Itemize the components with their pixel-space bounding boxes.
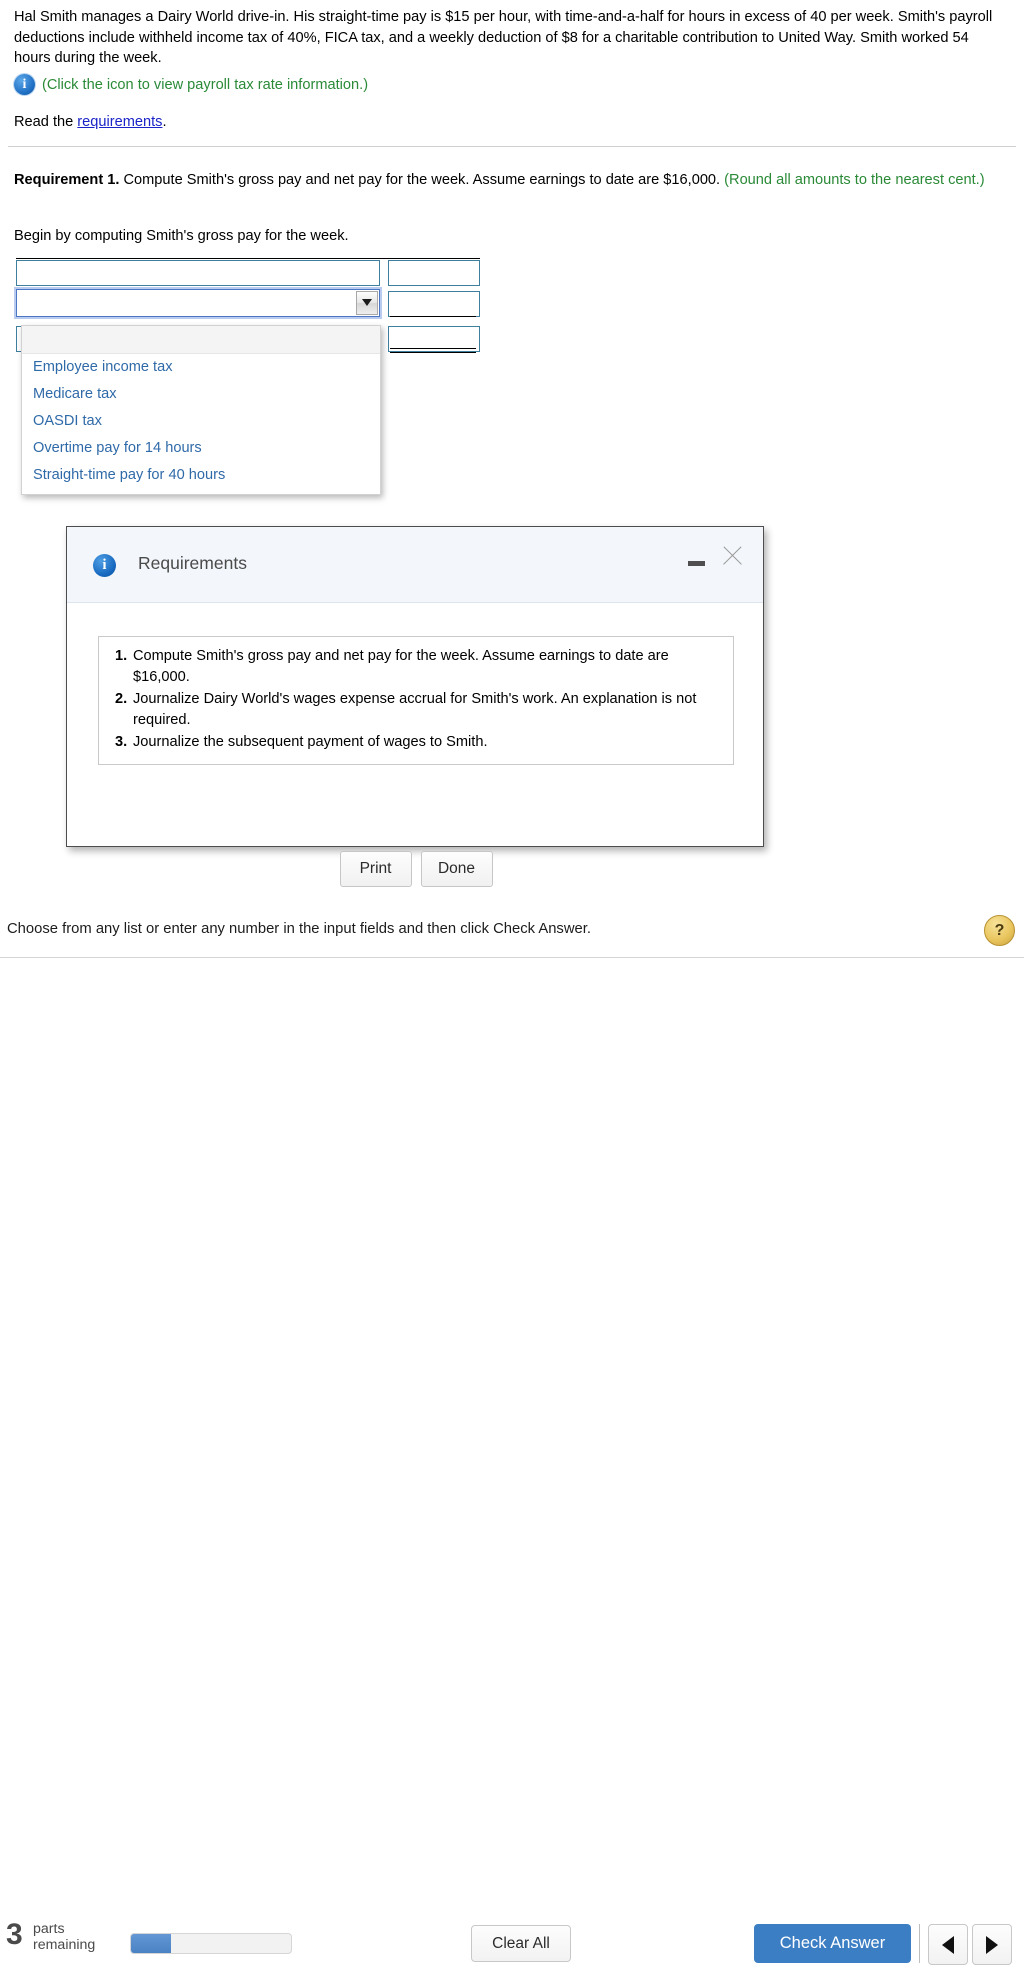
chevron-down-icon[interactable]: [356, 291, 378, 315]
requirement-item-text: Compute Smith's gross pay and net pay fo…: [133, 648, 669, 685]
requirement-list-item: 2. Journalize Dairy World's wages expense…: [109, 689, 723, 731]
requirement-1-text: Compute Smith's gross pay and net pay fo…: [119, 172, 725, 188]
requirement-item-number: 3.: [115, 734, 128, 750]
amount-input-row-1[interactable]: [388, 260, 480, 286]
begin-instruction: Begin by computing Smith's gross pay for…: [14, 228, 349, 244]
label-input-row-1[interactable]: [16, 260, 380, 286]
dialog-button-row: Print Done: [67, 851, 765, 887]
label-select-row-2[interactable]: [16, 289, 380, 317]
dropdown-option-blank[interactable]: [22, 326, 380, 354]
requirement-item-number: 2.: [115, 691, 128, 707]
payroll-tax-info-note: (Click the icon to view payroll tax rate…: [42, 76, 369, 93]
progress-bar-fill: [131, 1934, 171, 1953]
info-icon[interactable]: i: [14, 74, 35, 95]
read-prefix-text: Read the: [14, 114, 78, 130]
requirement-1-block: Requirement 1. Compute Smith's gross pay…: [14, 170, 1006, 191]
dropdown-option[interactable]: Overtime pay for 14 hours: [22, 435, 380, 462]
close-icon[interactable]: [719, 543, 745, 569]
next-arrow-icon[interactable]: [972, 1924, 1012, 1965]
parts-remaining-label: parts remaining: [33, 1921, 95, 1953]
requirement-item-text: Journalize the subsequent payment of wag…: [133, 734, 488, 750]
requirements-list: 1. Compute Smith's gross pay and net pay …: [98, 636, 734, 765]
requirement-list-item: 3. Journalize the subsequent payment of w…: [109, 732, 723, 753]
amount-row-2-underline: [390, 316, 476, 317]
requirements-link[interactable]: requirements: [77, 114, 162, 130]
hint-text: Choose from any list or enter any number…: [7, 921, 591, 937]
dropdown-options-list[interactable]: Employee income tax Medicare tax OASDI tax…: [21, 325, 381, 495]
dropdown-option[interactable]: Medicare tax: [22, 381, 380, 408]
dropdown-option[interactable]: Employee income tax: [22, 354, 380, 381]
amount-input-row-2[interactable]: [388, 291, 480, 317]
bottom-toolbar: 3 parts remaining Clear All Check Answer: [0, 958, 1024, 1965]
dialog-info-icon: i: [93, 554, 116, 577]
parts-remaining-count: 3: [6, 1918, 23, 1951]
requirement-1-label: Requirement 1.: [14, 172, 120, 188]
done-button[interactable]: Done: [420, 851, 493, 887]
section-divider: [8, 146, 1016, 147]
read-suffix-text: .: [162, 114, 167, 130]
amount-row-3-underline-bottom: [390, 352, 476, 353]
parts-label-line2: remaining: [33, 1937, 96, 1953]
requirement-item-number: 1.: [115, 648, 128, 664]
previous-arrow-icon[interactable]: [928, 1924, 968, 1965]
requirement-item-text: Journalize Dairy World's wages expense a…: [133, 691, 697, 728]
clear-all-button[interactable]: Clear All: [471, 1925, 571, 1962]
parts-label-line1: parts: [33, 1921, 65, 1937]
minimize-icon[interactable]: [688, 561, 705, 566]
payroll-tax-info-line: i (Click the icon to view payroll tax ra…: [14, 74, 368, 95]
problem-statement-text: Hal Smith manages a Dairy World drive-in…: [14, 9, 993, 66]
dialog-title: Requirements: [138, 553, 247, 573]
check-answer-button[interactable]: Check Answer: [754, 1924, 911, 1963]
progress-bar: [130, 1933, 292, 1954]
table-top-rule: [16, 258, 480, 259]
dropdown-option[interactable]: Straight-time pay for 40 hours: [22, 462, 380, 489]
toolbar-divider: [919, 1924, 920, 1963]
requirements-dialog: i Requirements 1. Compute Smith's gross p…: [66, 526, 764, 887]
amount-row-3-underline-top: [390, 348, 476, 349]
read-requirements-line: Read the requirements.: [14, 114, 167, 130]
requirement-list-item: 1. Compute Smith's gross pay and net pay …: [109, 646, 723, 688]
rounding-note: (Round all amounts to the nearest cent.): [724, 172, 985, 188]
dropdown-option[interactable]: OASDI tax: [22, 408, 380, 435]
hint-bar: Choose from any list or enter any number…: [0, 905, 1024, 958]
print-button[interactable]: Print: [339, 851, 412, 887]
help-icon[interactable]: ?: [984, 915, 1015, 946]
dialog-header: i Requirements: [67, 527, 763, 603]
